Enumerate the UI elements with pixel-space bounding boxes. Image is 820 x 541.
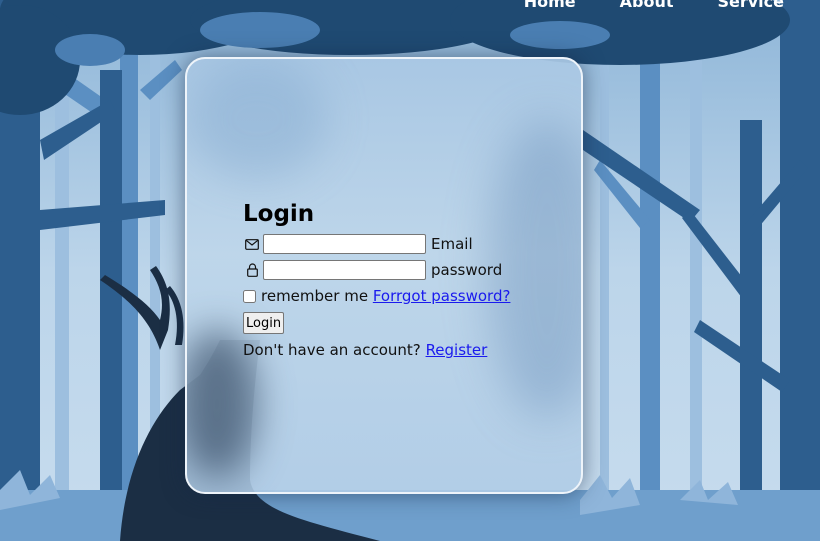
email-label: Email bbox=[431, 235, 473, 253]
nav-about-link[interactable]: About bbox=[620, 0, 674, 14]
remember-row: remember me Forrgot password? bbox=[243, 283, 563, 309]
top-nav: Home About Service bbox=[524, 0, 784, 14]
register-link[interactable]: Register bbox=[426, 341, 488, 359]
password-row: password bbox=[243, 257, 563, 283]
email-field[interactable] bbox=[263, 234, 426, 254]
remember-me-checkbox[interactable] bbox=[243, 289, 256, 303]
forgot-password-link[interactable]: Forrgot password? bbox=[373, 287, 511, 305]
password-field[interactable] bbox=[263, 260, 426, 280]
lock-icon bbox=[243, 262, 261, 278]
card-blur-highlight bbox=[187, 59, 327, 179]
password-label: password bbox=[431, 261, 503, 279]
register-row: Don't have an account? Register bbox=[243, 337, 563, 363]
mail-icon bbox=[243, 236, 261, 252]
nav-service-link[interactable]: Service bbox=[717, 0, 784, 14]
login-form: Login Email password remember me Forrgot… bbox=[243, 199, 563, 363]
nav-home-link[interactable]: Home bbox=[524, 0, 576, 14]
login-title: Login bbox=[243, 201, 315, 227]
register-prompt: Don't have an account? bbox=[243, 341, 421, 359]
email-row: Email bbox=[243, 231, 563, 257]
remember-me-label: remember me bbox=[261, 287, 369, 305]
login-card: Login Email password remember me Forrgot… bbox=[185, 57, 583, 494]
login-button-row: Login bbox=[243, 309, 563, 335]
login-button[interactable]: Login bbox=[243, 312, 285, 334]
